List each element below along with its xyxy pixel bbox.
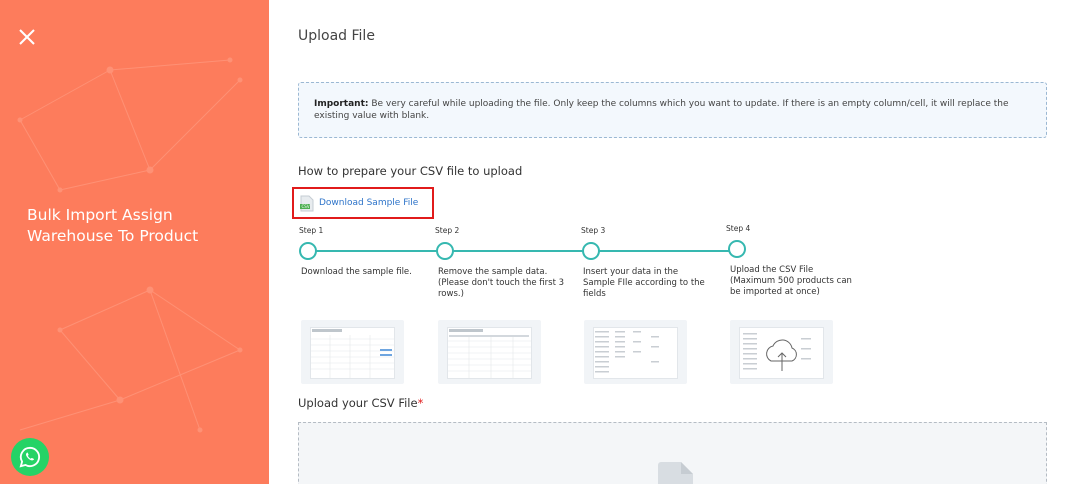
svg-text:CSV: CSV	[302, 204, 310, 209]
download-sample-button[interactable]: CSV Download Sample File	[292, 187, 434, 219]
important-notice: Important: Be very careful while uploadi…	[298, 82, 1047, 138]
download-sample-label: Download Sample File	[319, 198, 419, 208]
step-3-label: Step 3	[581, 226, 606, 235]
step-3-desc: Insert your data in the Sample FIle acco…	[583, 267, 705, 299]
step-1-thumbnail	[301, 320, 404, 384]
upload-csv-label: Upload your CSV File	[298, 396, 418, 410]
whatsapp-button[interactable]	[11, 438, 49, 476]
step-2-label: Step 2	[435, 226, 460, 235]
how-to-title: How to prepare your CSV file to upload	[298, 164, 523, 178]
notice-text: Be very careful while uploading the file…	[314, 99, 1009, 121]
sidebar-panel: Bulk Import Assign Warehouse To Product	[0, 0, 269, 484]
step-1-circle	[299, 242, 317, 260]
step-2-thumbnail	[438, 320, 541, 384]
csv-dropzone[interactable]	[298, 422, 1047, 484]
step-4-circle	[728, 240, 746, 258]
close-button[interactable]	[17, 27, 37, 47]
step-2-circle	[436, 242, 454, 260]
file-upload-icon	[658, 462, 693, 484]
step-4-desc: Upload the CSV File (Maximum 500 product…	[730, 265, 852, 297]
step-4-label: Step 4	[726, 224, 751, 233]
step-2-desc: Remove the sample data. (Please don't to…	[438, 267, 565, 299]
close-icon	[19, 29, 35, 45]
notice-label: Important:	[314, 99, 369, 109]
step-1-label: Step 1	[299, 226, 324, 235]
csv-file-icon: CSV	[300, 195, 314, 211]
steps-progress-line	[308, 250, 738, 252]
step-4-thumbnail	[730, 320, 833, 384]
step-3-circle	[582, 242, 600, 260]
upload-csv-title: Upload your CSV File*	[298, 396, 423, 410]
step-3-thumbnail	[584, 320, 687, 384]
whatsapp-icon	[19, 446, 41, 468]
panel-title: Bulk Import Assign Warehouse To Product	[27, 206, 199, 245]
main-content: Upload File Important: Be very careful w…	[269, 0, 1075, 484]
page-title: Upload File	[298, 28, 375, 44]
step-1-desc: Download the sample file.	[301, 267, 412, 277]
required-mark: *	[417, 396, 424, 410]
